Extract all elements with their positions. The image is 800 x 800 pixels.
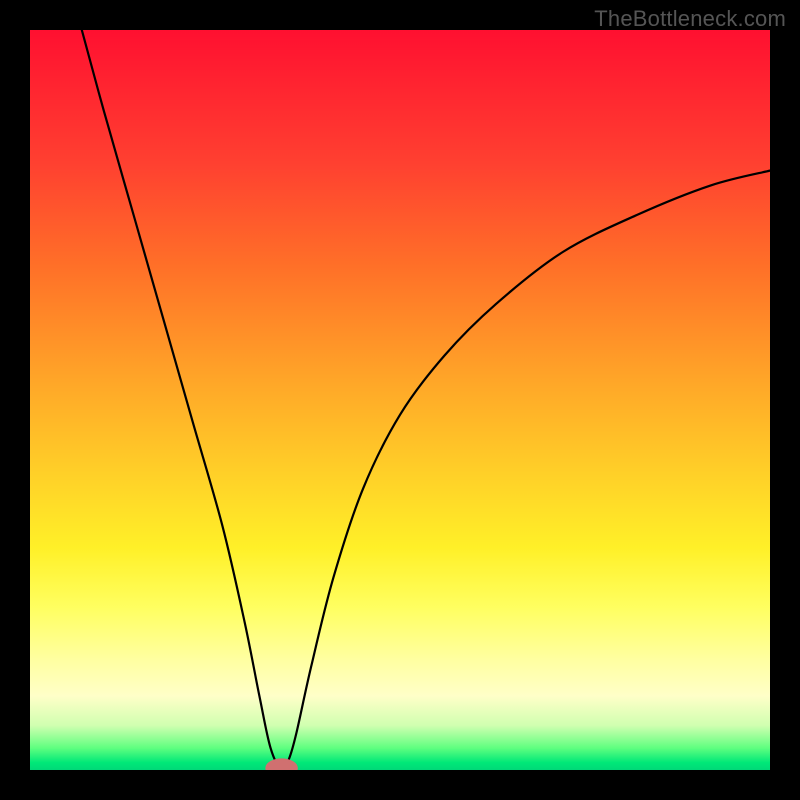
minimum-marker [265, 758, 298, 770]
curve-svg [30, 30, 770, 770]
plot-area [30, 30, 770, 770]
bottleneck-curve [82, 30, 770, 770]
watermark-text: TheBottleneck.com [594, 6, 786, 32]
